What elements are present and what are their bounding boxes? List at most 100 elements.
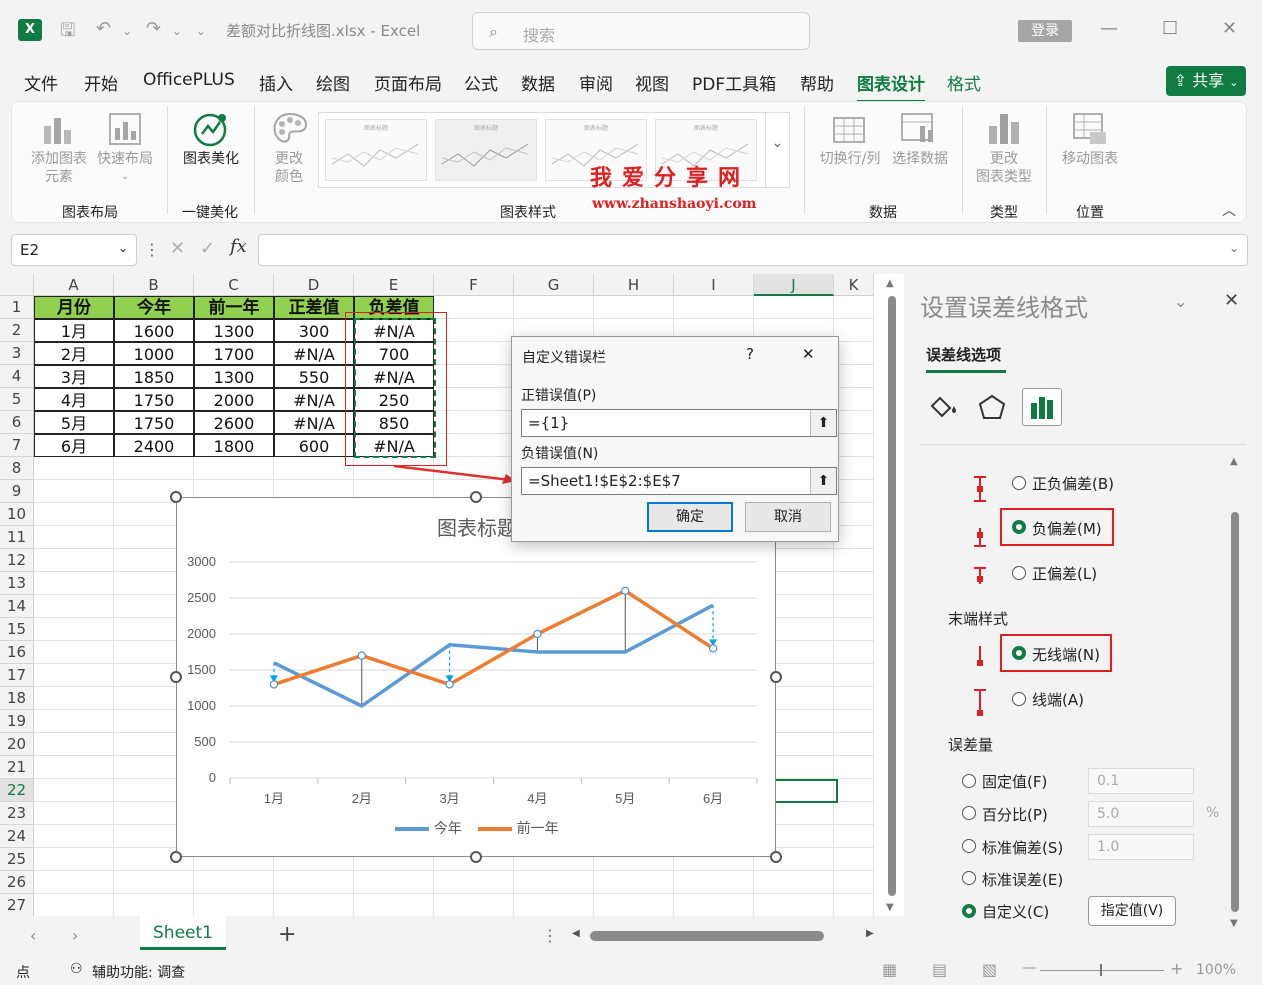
row-header-5[interactable]: 5 [0,388,34,411]
redo-dropdown-icon[interactable]: ⌄ [172,24,182,38]
row-header-7[interactable]: 7 [0,434,34,457]
cell[interactable] [834,480,874,503]
row-header-27[interactable]: 27 [0,894,34,917]
table-cell[interactable]: 300 [274,319,354,342]
cell[interactable] [834,687,874,710]
cell[interactable] [354,894,434,917]
row-header-3[interactable]: 3 [0,342,34,365]
std-dev-input[interactable]: 1.0 [1088,834,1194,860]
name-box[interactable]: E2 ⌄ [11,234,137,266]
cell[interactable] [114,894,194,917]
cell[interactable] [834,526,874,549]
cell[interactable] [434,871,514,894]
negative-error-input[interactable]: =Sheet1!$E$2:$E$7 ⬆ [521,467,837,495]
cell[interactable] [834,641,874,664]
cancel-entry-icon[interactable]: ✕ [170,238,185,259]
data-point-marker[interactable] [269,680,279,689]
row-header-22[interactable]: 22 [0,779,34,802]
cell[interactable] [834,618,874,641]
row-header-21[interactable]: 21 [0,756,34,779]
cancel-button[interactable]: 取消 [745,502,831,532]
share-button[interactable]: ⇪ 共享 ⌄ [1166,66,1246,96]
cell[interactable] [34,641,114,664]
redo-icon[interactable]: ↷ [146,18,161,39]
percentage-input[interactable]: 5.0 [1088,801,1194,827]
column-header-i[interactable]: I [674,274,754,296]
cell[interactable] [834,710,874,733]
row-header-14[interactable]: 14 [0,595,34,618]
confirm-entry-icon[interactable]: ✓ [200,238,215,259]
prev-sheet-icon[interactable]: ‹ [30,926,36,945]
cell[interactable] [34,572,114,595]
row-header-6[interactable]: 6 [0,411,34,434]
scroll-right-icon[interactable]: ▶ [866,928,874,939]
gallery-more-icon[interactable]: ⌄ [765,113,789,187]
radio-percentage[interactable] [962,806,976,820]
cell[interactable] [34,871,114,894]
cell[interactable] [34,825,114,848]
help-icon[interactable]: ? [746,345,754,363]
cell[interactable] [674,894,754,917]
cell[interactable] [754,894,834,917]
cell[interactable] [354,871,434,894]
cell[interactable] [194,894,274,917]
row-header-11[interactable]: 11 [0,526,34,549]
row-header-8[interactable]: 8 [0,457,34,480]
cell[interactable] [834,848,874,871]
tab-format[interactable]: 格式 [947,70,981,95]
radio-std-error[interactable] [962,871,976,885]
table-cell[interactable]: 550 [274,365,354,388]
cell[interactable] [834,894,874,917]
cell[interactable] [34,664,114,687]
cell[interactable] [834,342,874,365]
table-cell[interactable]: 600 [274,434,354,457]
cell[interactable] [834,664,874,687]
tab-officeplus[interactable]: OfficePLUS [143,70,235,90]
ok-button[interactable]: 确定 [647,502,733,532]
cell[interactable] [834,457,874,480]
table-cell[interactable]: 1750 [114,411,194,434]
chart-style-1[interactable]: 图表标题 [325,119,427,181]
cell[interactable] [274,457,354,480]
table-cell[interactable]: 1300 [194,319,274,342]
cell[interactable] [674,871,754,894]
cell[interactable] [834,733,874,756]
line-chart[interactable]: 0 500 1000 1500 2000 2500 3000 1月 2月 3月 4月 5月 6月 [177,498,777,858]
table-header-cell[interactable]: 前一年 [194,296,274,319]
cell[interactable] [514,296,594,319]
save-icon[interactable]: 🖫 [60,18,75,48]
table-cell[interactable]: 2400 [114,434,194,457]
tab-data[interactable]: 数据 [521,70,555,95]
row-header-13[interactable]: 13 [0,572,34,595]
column-header-a[interactable]: A [34,274,114,296]
formula-input[interactable]: ⌄ [258,234,1248,266]
resize-handle[interactable] [170,671,182,683]
cell[interactable] [834,549,874,572]
column-header-e[interactable]: E [354,274,434,296]
radio-custom[interactable] [962,904,976,918]
switch-row-column-button[interactable]: 切换行/列 [814,150,886,168]
horizontal-scrollbar-thumb[interactable] [590,931,824,941]
column-header-j[interactable]: J [754,274,834,296]
specify-value-button[interactable]: 指定值(V) [1088,896,1176,926]
cell[interactable] [514,894,594,917]
login-button[interactable]: 登录 [1018,20,1072,42]
change-chart-type-button[interactable]: 更改 图表类型 [972,150,1036,186]
data-point-marker[interactable] [357,651,366,660]
undo-dropdown-icon[interactable]: ⌄ [122,24,132,38]
select-all-corner[interactable] [0,274,34,296]
tab-page-layout[interactable]: 页面布局 [374,70,442,95]
cell[interactable] [34,756,114,779]
cell[interactable] [34,595,114,618]
cell[interactable] [194,871,274,894]
cell[interactable] [754,296,834,319]
resize-handle[interactable] [170,851,182,863]
tab-help[interactable]: 帮助 [800,70,834,95]
row-header-17[interactable]: 17 [0,664,34,687]
cell[interactable] [834,595,874,618]
column-header-g[interactable]: G [514,274,594,296]
tab-review[interactable]: 审阅 [579,70,613,95]
cell[interactable] [834,802,874,825]
scroll-down-icon[interactable]: ▼ [1230,918,1238,929]
column-header-f[interactable]: F [434,274,514,296]
